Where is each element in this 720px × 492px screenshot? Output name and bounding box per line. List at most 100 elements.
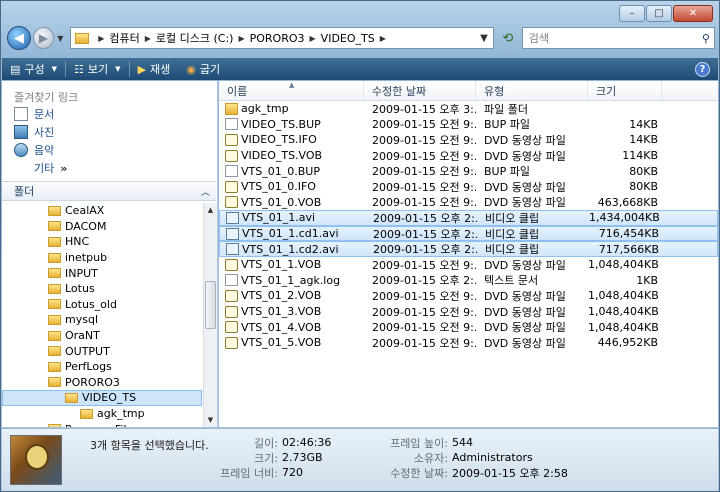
address-dropdown-icon[interactable]: ▼ [475, 28, 493, 48]
file-type: 비디오 클립 [485, 227, 540, 241]
file-row[interactable]: VTS_01_3.VOB 2009-01-15 오전 9:... DVD 동영상 파… [219, 304, 718, 320]
tree-item-label: inetpub [65, 251, 108, 265]
folders-header[interactable]: 폴더 ︿ [2, 181, 216, 201]
play-button[interactable]: ▶ 재생 [130, 58, 179, 80]
breadcrumb-pororo3[interactable]: PORORO3 [250, 32, 305, 45]
minimize-button[interactable]: – [619, 5, 645, 22]
forward-button[interactable]: ▶ [32, 27, 55, 49]
file-name-cell: VIDEO_TS.VOB [219, 149, 364, 162]
tree-item[interactable]: INPUT [2, 265, 202, 281]
file-row[interactable]: agk_tmp 2009-01-15 오후 3:... 파일 폴더 [219, 101, 718, 117]
file-name: VIDEO_TS.BUP [241, 117, 321, 131]
column-type[interactable]: 유형 [476, 81, 588, 100]
tree-item[interactable]: PerfLogs [2, 359, 202, 375]
tree-item[interactable]: OUTPUT [2, 343, 202, 359]
chevron-right-icon[interactable]: ▶ [310, 34, 316, 43]
tree-item[interactable]: Program Files [2, 421, 202, 427]
tree-item[interactable]: Lotus_old [2, 297, 202, 313]
tree-scrollbar[interactable]: ▲ ▼ [203, 203, 217, 427]
file-row[interactable]: VTS_01_0.IFO 2009-01-15 오전 9:... DVD 동영상 파… [219, 179, 718, 195]
tree-item[interactable]: inetpub [2, 250, 202, 266]
maximize-button[interactable]: □ [646, 5, 672, 22]
burn-icon: ◉ [186, 62, 196, 76]
tree-item[interactable]: mysql [2, 312, 202, 328]
burn-button[interactable]: ◉ 굽기 [178, 58, 228, 80]
breadcrumb-video-ts[interactable]: VIDEO_TS [321, 32, 375, 45]
column-size[interactable]: 크기 [588, 81, 662, 100]
scrollbar-thumb[interactable] [205, 281, 216, 329]
chevron-right-icon[interactable]: ▶ [380, 34, 386, 43]
folder-icon [48, 283, 61, 294]
favorite-documents[interactable]: 문서 [2, 105, 217, 123]
file-row[interactable]: VTS_01_0.VOB 2009-01-15 오전 9:... DVD 동영상 파… [219, 195, 718, 211]
file-name: VTS_01_1.VOB [241, 258, 322, 272]
tree-item[interactable]: HNC [2, 234, 202, 250]
tree-item[interactable]: DACOM [2, 219, 202, 235]
folder-icon [48, 205, 61, 216]
file-row[interactable]: VTS_01_1.cd1.avi 2009-01-15 오후 2:... 비디오 클… [219, 225, 718, 242]
folder-icon [80, 408, 93, 419]
file-row[interactable]: VTS_01_1_agk.log 2009-01-15 오후 2:... 텍스트 문… [219, 273, 718, 289]
breadcrumb-local-disk[interactable]: 로컬 디스크 (C:) [156, 30, 234, 46]
file-row[interactable]: VTS_01_2.VOB 2009-01-15 오전 9:... DVD 동영상 파… [219, 288, 718, 304]
file-row[interactable]: VTS_01_4.VOB 2009-01-15 오전 9:... DVD 동영상 파… [219, 319, 718, 335]
recent-pages-dropdown[interactable]: ▼ [54, 34, 66, 43]
file-date: 2009-01-15 오전 9:... [372, 305, 476, 319]
favorite-more-link[interactable]: 기타 » [2, 159, 217, 177]
folder-icon [48, 314, 61, 325]
views-button[interactable]: ☷ 보기 ▼ [66, 58, 129, 80]
search-icon[interactable]: ⚲ [702, 32, 710, 45]
tree-item[interactable]: Lotus [2, 281, 202, 297]
search-input[interactable]: 검색 ⚲ [521, 27, 715, 49]
address-bar[interactable]: ▶ 컴퓨터 ▶ 로컬 디스크 (C:) ▶ PORORO3 ▶ VIDEO_TS… [70, 27, 495, 49]
file-row[interactable]: VIDEO_TS.VOB 2009-01-15 오전 9:... DVD 동영상 파… [219, 148, 718, 164]
pictures-icon [14, 125, 28, 139]
file-row[interactable]: VTS_01_5.VOB 2009-01-15 오전 9:... DVD 동영상 파… [219, 335, 718, 351]
dvd-icon [225, 180, 238, 193]
file-name-cell: VIDEO_TS.IFO [219, 133, 364, 146]
tree-item[interactable]: OraNT [2, 328, 202, 344]
favorite-pictures[interactable]: 사진 [2, 123, 217, 141]
file-row[interactable]: VIDEO_TS.BUP 2009-01-15 오전 9:... BUP 파일 14K… [219, 117, 718, 133]
file-icon [225, 274, 238, 287]
file-row[interactable]: VTS_01_1.cd2.avi 2009-01-15 오후 2:... 비디오 클… [219, 241, 718, 257]
file-date: 2009-01-15 오후 3:... [372, 102, 476, 116]
favorite-label: 문서 [34, 108, 55, 121]
file-row[interactable]: VIDEO_TS.IFO 2009-01-15 오전 9:... DVD 동영상 파… [219, 132, 718, 148]
back-button[interactable]: ◀ [7, 26, 31, 50]
file-type: DVD 동영상 파일 [484, 258, 566, 272]
size-label: 크기: [254, 451, 278, 465]
folder-icon [48, 299, 61, 310]
file-name: VTS_01_3.VOB [241, 305, 322, 319]
tree-item[interactable]: CealAX [2, 203, 202, 219]
dvd-icon [225, 289, 238, 302]
file-row[interactable]: VTS_01_0.BUP 2009-01-15 오전 9:... BUP 파일 80K… [219, 163, 718, 179]
file-row[interactable]: VTS_01_1.avi 2009-01-15 오후 2:... 비디오 클립 1,4… [219, 210, 718, 226]
column-headers: ▲ 이름 수정한 날짜 유형 크기 [219, 81, 718, 101]
tree-item[interactable]: agk_tmp [2, 406, 202, 422]
organize-button[interactable]: ▤ 구성 ▼ [2, 58, 65, 80]
chevron-right-icon[interactable]: ▶ [145, 34, 151, 43]
tree-item-label: DACOM [65, 219, 107, 233]
documents-icon [14, 107, 28, 121]
file-type: BUP 파일 [484, 118, 530, 132]
scroll-up-icon[interactable]: ▲ [204, 203, 217, 217]
tree-item[interactable]: VIDEO_TS [2, 390, 202, 406]
caption-buttons: – □ ✕ [619, 5, 713, 22]
help-button[interactable]: ? [695, 61, 710, 77]
file-size: 446,952KB [597, 336, 658, 350]
dvd-icon [225, 321, 238, 334]
column-date[interactable]: 수정한 날짜 [364, 81, 476, 100]
favorite-music[interactable]: 음악 [2, 141, 217, 159]
breadcrumb-computer[interactable]: 컴퓨터 [109, 30, 139, 46]
tree-item-label: PerfLogs [65, 360, 112, 374]
refresh-button[interactable]: ⟲ [498, 28, 518, 48]
tree-item[interactable]: PORORO3 [2, 375, 202, 391]
length-label: 길이: [254, 436, 278, 450]
favorite-label: 음악 [34, 144, 55, 157]
chevron-right-icon[interactable]: ▶ [238, 34, 244, 43]
scroll-down-icon[interactable]: ▼ [204, 413, 217, 427]
file-row[interactable]: VTS_01_1.VOB 2009-01-15 오전 9:... DVD 동영상 파… [219, 257, 718, 273]
file-date: 2009-01-15 오전 9:... [372, 336, 476, 350]
close-button[interactable]: ✕ [673, 5, 713, 22]
